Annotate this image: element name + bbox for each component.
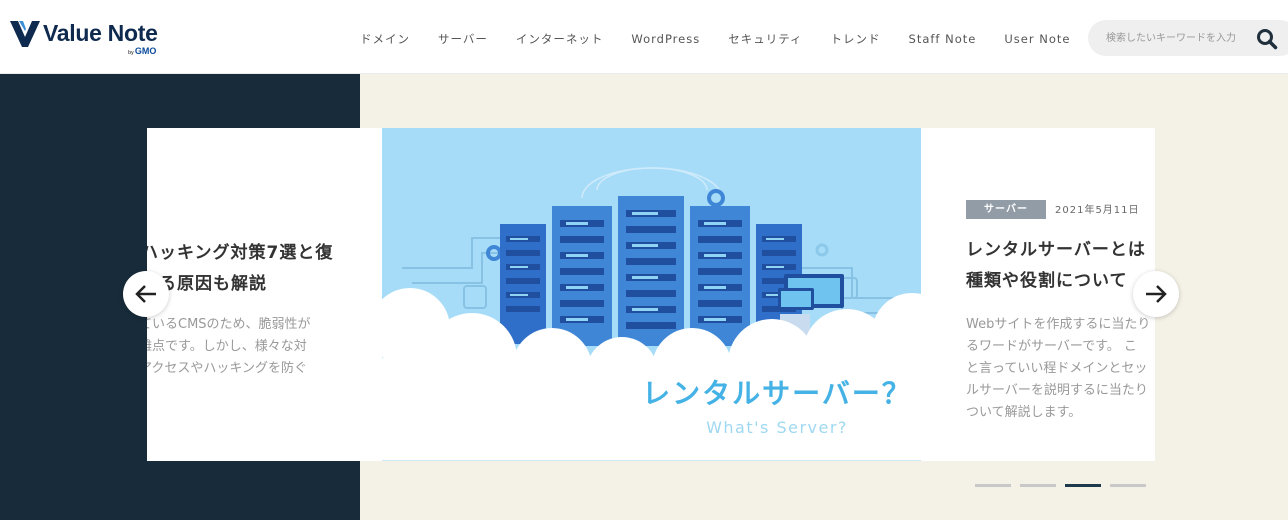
slide-title: レンタルサーバーとは 種類や役割について	[966, 240, 1146, 291]
carousel-slide-thumbnail[interactable]: レンタルサーバー？ What's Server?	[382, 128, 921, 461]
thumbnail-title: レンタルサーバー？	[642, 377, 912, 410]
logo-text: Value Note	[43, 20, 158, 46]
search-input[interactable]	[1106, 29, 1252, 47]
category-badge[interactable]: サーバー	[966, 200, 1046, 219]
thumbnail-subtitle: What's Server?	[706, 418, 848, 437]
carousel-prev-button[interactable]	[123, 271, 169, 317]
nav-item-domain[interactable]: ドメイン	[360, 31, 410, 47]
logo-by-gmo: byGMO	[128, 46, 157, 56]
site-header: Value Note byGMO ドメイン サーバー インターネット WordP…	[0, 0, 1288, 74]
nav-item-wordpress[interactable]: WordPress	[631, 31, 700, 47]
carousel-dot-4[interactable]	[1110, 484, 1146, 487]
site-logo[interactable]: Value Note byGMO	[10, 18, 180, 58]
search-box	[1088, 20, 1288, 56]
nav-item-security[interactable]: セキュリティ	[728, 31, 802, 47]
slide-excerpt: Webサイトを作成するに当たり るワードがサーバーです。 こ と言っていい程ドメ…	[966, 317, 1151, 420]
slide-title: ハッキング対策7選と復 なる原因も解説	[147, 243, 334, 294]
nav-item-server[interactable]: サーバー	[438, 31, 488, 47]
carousel-slide-prev[interactable]: ハッキング対策7選と復 なる原因も解説 ているCMSのため、脆弱性が 難点です。…	[147, 128, 383, 461]
search-icon	[1257, 29, 1278, 50]
carousel-dot-2[interactable]	[1020, 484, 1056, 487]
slide-excerpt: ているCMSのため、脆弱性が 難点です。しかし、様々な対 アクセスやハッキングを…	[147, 317, 311, 376]
value-note-logo-icon	[10, 21, 40, 47]
arrow-left-icon	[135, 285, 156, 303]
arrow-right-icon	[1146, 285, 1167, 303]
global-nav: ドメイン サーバー インターネット WordPress セキュリティ トレンド …	[360, 31, 1098, 47]
nav-item-trend[interactable]: トレンド	[831, 31, 881, 47]
nav-item-internet[interactable]: インターネット	[516, 31, 604, 47]
carousel-slide-next[interactable]: サーバー 2021年5月11日 レンタルサーバーとは 種類や役割について Web…	[921, 128, 1155, 461]
carousel-dot-1[interactable]	[975, 484, 1011, 487]
carousel-dot-3[interactable]	[1065, 484, 1101, 487]
post-date: 2021年5月11日	[1055, 205, 1140, 216]
nav-item-staff-note[interactable]: Staff Note	[909, 31, 977, 47]
carousel-pagination	[975, 484, 1155, 487]
carousel-next-button[interactable]	[1133, 271, 1179, 317]
search-button[interactable]	[1256, 28, 1278, 50]
nav-item-user-note[interactable]: User Note	[1004, 31, 1070, 47]
